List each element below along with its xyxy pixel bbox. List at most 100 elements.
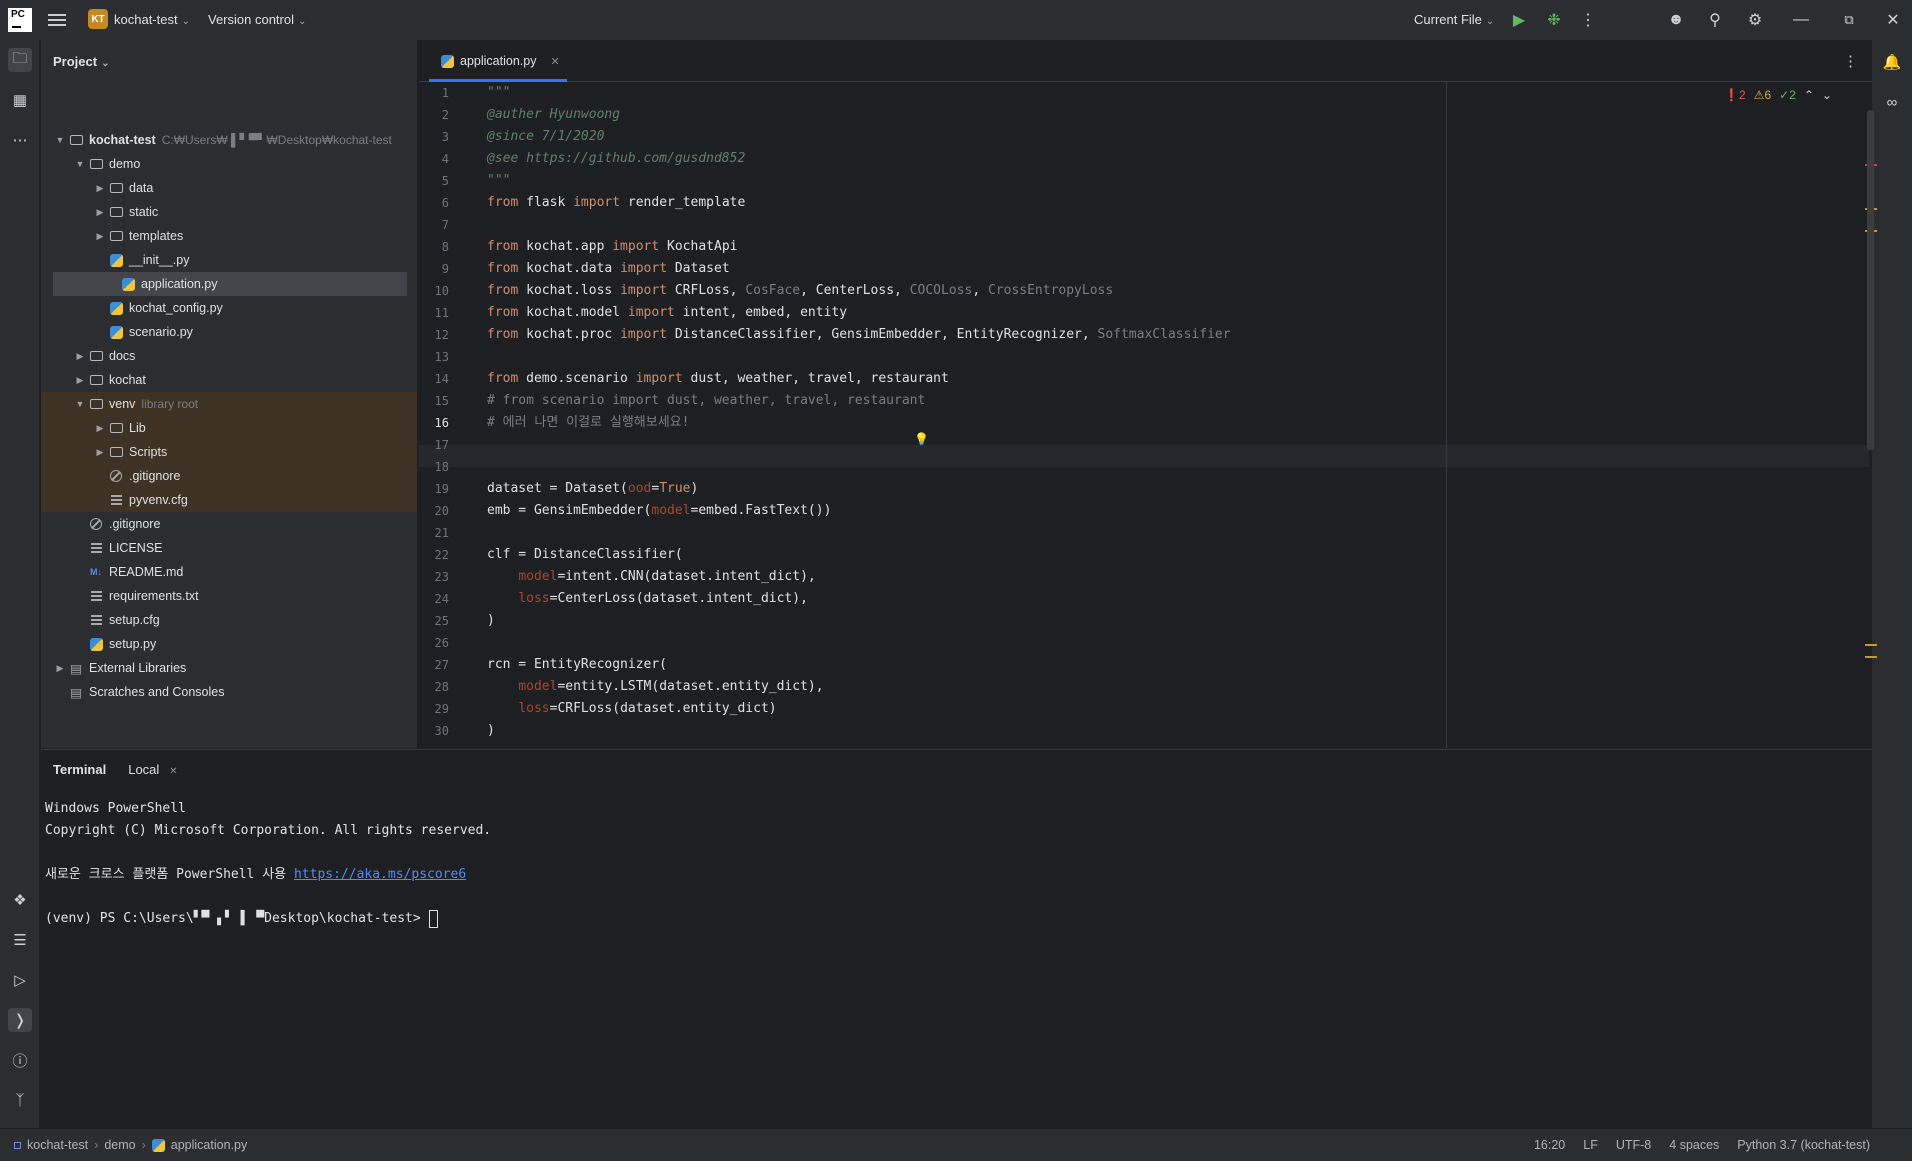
chevron-down-icon[interactable]: ⌄ <box>1822 88 1832 102</box>
terminal-tab-local[interactable]: Local ✕ <box>128 762 177 777</box>
python-file-icon <box>89 637 103 651</box>
problems-icon[interactable]: ⓘ <box>8 1048 32 1072</box>
inspection-widget[interactable]: ❗2 ⚠6 ✓2 ⌃ ⌄ <box>1724 88 1832 102</box>
tree-item-application-py[interactable]: application.py <box>53 272 407 296</box>
line-number: 21 <box>434 526 449 540</box>
pscore-link[interactable]: https://aka.ms/pscore6 <box>294 867 466 882</box>
line-number: 15 <box>434 394 449 408</box>
editor-tab-bar: application.py ✕ ⋮ <box>419 40 1872 82</box>
chevron-down-icon[interactable]: ▼ <box>73 159 87 169</box>
file-encoding[interactable]: UTF-8 <box>1616 1138 1651 1152</box>
python-interpreter[interactable]: Python 3.7 (kochat-test) <box>1737 1138 1870 1152</box>
tree-item-scripts[interactable]: ▶ Scripts <box>41 440 417 464</box>
tree-item-docs[interactable]: ▶ docs <box>41 344 417 368</box>
editor-scrollbar[interactable] <box>1867 110 1874 450</box>
warning-stripe-mark[interactable] <box>1865 656 1877 658</box>
pycharm-logo-icon[interactable]: PC <box>8 8 32 32</box>
tree-item-readme[interactable]: M↓ README.md <box>41 560 417 584</box>
git-icon[interactable]: ᛉ <box>8 1088 32 1112</box>
chevron-down-icon[interactable]: ▼ <box>53 135 67 145</box>
main-menu-icon[interactable] <box>48 11 66 29</box>
tree-item-demo[interactable]: ▼ demo <box>41 152 417 176</box>
chevron-right-icon[interactable]: ▶ <box>93 183 107 194</box>
close-tab-icon[interactable]: ✕ <box>169 766 177 777</box>
python-packages-icon[interactable]: ☰ <box>8 928 32 952</box>
more-tools-icon[interactable]: ⋯ <box>8 128 32 152</box>
minimize-icon[interactable]: — <box>1791 10 1811 30</box>
chevron-right-icon[interactable]: ▶ <box>93 231 107 242</box>
run-config-selector[interactable]: Current File ⌄ <box>1414 12 1494 27</box>
line-number: 11 <box>434 306 449 320</box>
settings-gear-icon[interactable]: ⚙ <box>1745 10 1765 30</box>
tree-item-external-libraries[interactable]: ▶ ▤ External Libraries <box>41 656 417 680</box>
services-icon[interactable]: ▷ <box>8 968 32 992</box>
terminal-output[interactable]: Windows PowerShell Copyright (C) Microso… <box>45 798 491 930</box>
tree-item-data[interactable]: ▶ data <box>41 176 417 200</box>
chevron-up-icon[interactable]: ⌃ <box>1804 88 1814 102</box>
notifications-bell-icon[interactable]: 🔔 <box>1880 50 1904 74</box>
run-icon[interactable]: ▶ <box>1509 10 1529 30</box>
line-number: 9 <box>441 262 449 276</box>
vcs-menu[interactable]: Version control ⌄ <box>208 12 306 27</box>
tree-item-templates[interactable]: ▶ templates <box>41 224 417 248</box>
chevron-right-icon[interactable]: ▶ <box>53 663 67 674</box>
restore-icon[interactable]: ⧉ <box>1839 10 1859 30</box>
search-icon[interactable]: ⚲ <box>1705 10 1725 30</box>
code-line: from demo.scenario import dust, weather,… <box>487 371 949 386</box>
tree-item-venv[interactable]: ▼ venv library root <box>41 392 417 416</box>
tree-item-requirements[interactable]: requirements.txt <box>41 584 417 608</box>
python-console-icon[interactable]: ❖ <box>8 888 32 912</box>
tab-options-icon[interactable]: ⋮ <box>1843 52 1858 70</box>
status-bar: kochat-test › demo › application.py 16:2… <box>0 1128 1912 1161</box>
chevron-right-icon[interactable]: ▶ <box>93 423 107 434</box>
tree-item-init-py[interactable]: __init__.py <box>41 248 417 272</box>
more-actions-icon[interactable]: ⋮ <box>1578 10 1598 30</box>
close-window-icon[interactable]: ✕ <box>1883 10 1903 30</box>
terminal-prompt[interactable]: (venv) PS C:\Users\▘▀ ▖▘ ▌ ▀Desktop\koch… <box>45 908 491 930</box>
add-user-icon[interactable]: ☻ <box>1666 10 1686 30</box>
tree-item-scenario-py[interactable]: scenario.py <box>41 320 417 344</box>
ai-assistant-icon[interactable]: ∞ <box>1880 90 1904 114</box>
tree-item-license[interactable]: LICENSE <box>41 536 417 560</box>
chevron-right-icon[interactable]: ▶ <box>73 375 87 386</box>
structure-tool-icon[interactable]: ▦ <box>8 88 32 112</box>
breadcrumb-item[interactable]: demo <box>104 1138 135 1152</box>
caret-position[interactable]: 16:20 <box>1534 1138 1565 1152</box>
tree-item-root[interactable]: ▼ kochat-test C:₩Users₩ ▌▘▀▘₩Desktop₩koch… <box>41 128 417 152</box>
breadcrumb-item[interactable]: kochat-test <box>27 1138 88 1152</box>
tree-item-static[interactable]: ▶ static <box>41 200 417 224</box>
line-separator[interactable]: LF <box>1583 1138 1598 1152</box>
tree-item-gitignore[interactable]: .gitignore <box>41 512 417 536</box>
chevron-right-icon[interactable]: ▶ <box>93 447 107 458</box>
indent-setting[interactable]: 4 spaces <box>1669 1138 1719 1152</box>
tree-item-pyvenv-cfg[interactable]: pyvenv.cfg <box>41 488 417 512</box>
tree-item-kochat-config-py[interactable]: kochat_config.py <box>41 296 417 320</box>
chevron-right-icon[interactable]: ▶ <box>93 207 107 218</box>
chevron-down-icon[interactable]: ▼ <box>73 399 87 409</box>
tree-item-lib[interactable]: ▶ Lib <box>41 416 417 440</box>
close-tab-icon[interactable]: ✕ <box>550 55 559 68</box>
breadcrumb-item[interactable]: application.py <box>171 1138 247 1152</box>
ignore-file-icon <box>90 518 102 530</box>
project-badge[interactable]: KT <box>88 9 108 29</box>
warning-stripe-mark[interactable] <box>1865 644 1877 646</box>
title-bar: PC KT kochat-test ⌄ Version control ⌄ Curr… <box>0 0 1912 40</box>
project-switcher[interactable]: kochat-test ⌄ <box>114 12 190 27</box>
tree-item-venv-gitignore[interactable]: .gitignore <box>41 464 417 488</box>
line-number: 17 <box>434 438 449 452</box>
line-number: 12 <box>434 328 449 342</box>
tree-item-setup-cfg[interactable]: setup.cfg <box>41 608 417 632</box>
line-number: 10 <box>434 284 449 298</box>
tree-item-kochat[interactable]: ▶ kochat <box>41 368 417 392</box>
debug-icon[interactable]: ❉ <box>1544 10 1564 30</box>
lightbulb-icon[interactable]: 💡 <box>914 432 929 446</box>
project-panel-title[interactable]: Project ⌄ <box>53 54 109 69</box>
line-number: 23 <box>434 570 449 584</box>
chevron-right-icon[interactable]: ▶ <box>73 351 87 362</box>
project-tool-icon[interactable]: 🗀 <box>8 48 32 72</box>
terminal-tool-icon[interactable]: ❭ <box>8 1008 32 1032</box>
tree-item-scratches[interactable]: ▤ Scratches and Consoles <box>41 680 417 704</box>
tree-item-setup-py[interactable]: setup.py <box>41 632 417 656</box>
code-line: ) <box>487 723 495 738</box>
tab-application-py[interactable]: application.py ✕ <box>429 40 572 82</box>
